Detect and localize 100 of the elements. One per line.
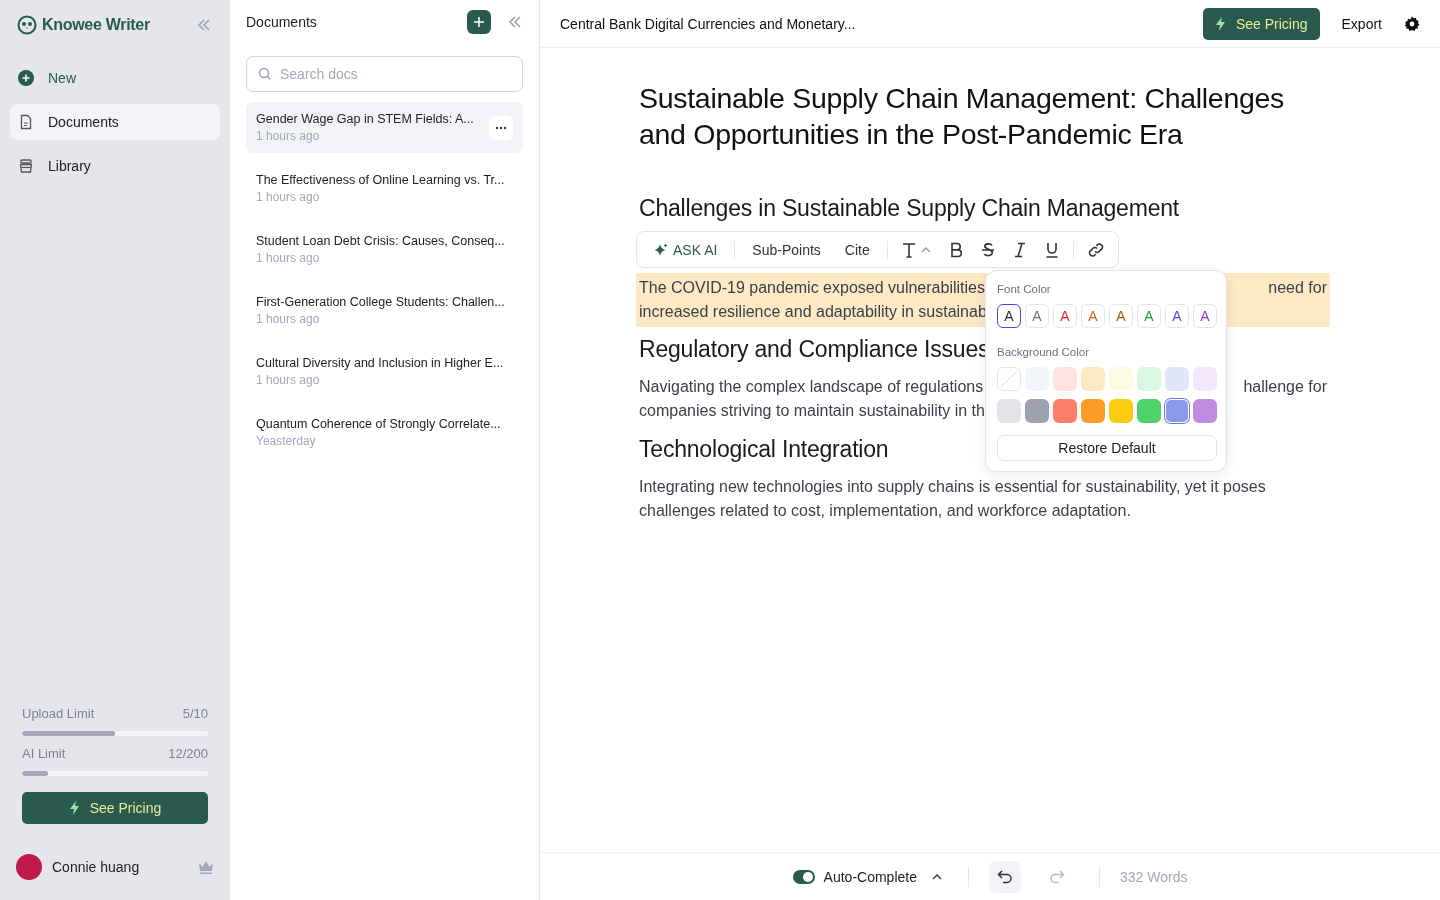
- document-time: 1 hours ago: [256, 129, 321, 143]
- background-color-swatch[interactable]: [1081, 367, 1105, 391]
- section-heading: Challenges in Sustainable Supply Chain Management: [639, 194, 1179, 223]
- paragraph-text: companies striving to maintain sustainability in th: [639, 401, 985, 421]
- document-title: The Effectiveness of Online Learning vs. Tr...: [256, 173, 506, 187]
- toolbar-button[interactable]: Cite: [833, 235, 881, 264]
- document-item[interactable]: Cultural Diversity and Inclusion in Higher E... 1 hours ago: [246, 346, 523, 397]
- panel-title: Documents: [246, 14, 317, 30]
- document-title: Student Loan Debt Crisis: Causes, Conseq...: [256, 234, 506, 248]
- paragraph-text: Navigating the complex landscape of regulations: [639, 377, 984, 397]
- document-time: 1 hours ago: [256, 190, 321, 204]
- bold-icon: [948, 241, 963, 258]
- document-heading: Sustainable Supply Chain Management: Challenges and Opportunities in the Post-Pandemic Era: [639, 81, 1285, 152]
- document-item[interactable]: First-Generation College Students: Challen... 1 hours ago: [246, 285, 523, 336]
- sidebar-item[interactable]: New: [10, 60, 220, 96]
- ask-ai-button[interactable]: ASK AI: [643, 235, 729, 264]
- export-button[interactable]: Export: [1341, 15, 1382, 32]
- menu-label: Background Color: [997, 346, 1091, 358]
- document-time: 1 hours ago: [256, 251, 321, 265]
- document-title: First-Generation College Students: Challen...: [256, 295, 506, 309]
- font-color-swatch[interactable]: A: [1025, 304, 1049, 328]
- auto-complete-toggle[interactable]: [792, 869, 815, 884]
- font-color-swatch[interactable]: A: [1109, 304, 1133, 328]
- font-color-swatch[interactable]: A: [1081, 304, 1105, 328]
- owl-logo-icon: [17, 15, 37, 35]
- font-color-swatch[interactable]: A: [1193, 304, 1217, 328]
- background-color-swatch[interactable]: [1165, 367, 1189, 391]
- see-pricing-button[interactable]: See Pricing: [22, 792, 208, 824]
- caret-up-icon: [920, 246, 931, 253]
- background-color-swatch[interactable]: [997, 399, 1021, 423]
- app-name: Knowee Writer: [42, 16, 150, 34]
- document-time: 1 hours ago: [256, 373, 321, 387]
- toolbar-button[interactable]: Sub-Points: [741, 235, 832, 264]
- paragraph-text: The COVID-19 pandemic exposed vulnerabilities: [639, 278, 985, 298]
- font-color-swatch[interactable]: A: [1053, 304, 1077, 328]
- collapse-icon[interactable]: [196, 17, 212, 33]
- document-time: Yeasterday: [256, 434, 317, 448]
- word-count: 332 Words: [1119, 868, 1188, 885]
- sidebar-item[interactable]: Library: [10, 148, 220, 184]
- section-heading: Technological Integration: [639, 435, 889, 464]
- crown-icon: [198, 860, 214, 874]
- document-title: Gender Wage Gap in STEM Fields: A...: [256, 112, 475, 126]
- paragraph-text: increased resilience and adaptability in sustainab: [639, 302, 987, 322]
- auto-complete-label: Auto-Complete: [823, 868, 917, 885]
- document-item[interactable]: Gender Wage Gap in STEM Fields: A... 1 hours ago: [246, 102, 523, 153]
- search-field[interactable]: Search docs: [246, 56, 523, 92]
- more-icon: [495, 125, 507, 130]
- text-icon: [901, 241, 916, 258]
- font-color-swatch[interactable]: A: [997, 304, 1021, 328]
- collapse-icon[interactable]: [507, 14, 523, 30]
- sidebar-item[interactable]: Documents: [10, 104, 220, 140]
- settings-icon[interactable]: [1404, 15, 1420, 32]
- see-pricing-button[interactable]: See Pricing: [1202, 7, 1320, 40]
- limit-label: Upload Limit: [22, 706, 95, 721]
- document-title: Quantum Coherence of Strongly Correlate...: [256, 417, 502, 431]
- document-title: Central Bank Digital Currencies and Monetary...: [560, 15, 856, 32]
- background-color-swatch[interactable]: [1025, 399, 1049, 423]
- paragraph-text: hallenge for: [1243, 377, 1327, 397]
- plus-icon: [473, 16, 485, 28]
- background-color-swatch[interactable]: [1137, 399, 1161, 423]
- caret-up-icon: [931, 873, 942, 880]
- background-color-swatch[interactable]: [1137, 367, 1161, 391]
- background-color-swatch[interactable]: [1193, 399, 1217, 423]
- limit-count: 12/200: [168, 746, 208, 761]
- paragraph-text: need for: [1268, 278, 1327, 298]
- background-color-swatch[interactable]: [1053, 399, 1077, 423]
- background-color-swatch[interactable]: [1109, 399, 1133, 423]
- user-name: Connie huang: [52, 859, 140, 875]
- add-document-button[interactable]: [467, 10, 491, 34]
- underline-icon: [1044, 241, 1059, 258]
- sparkle-icon: [654, 242, 668, 257]
- restore-default-button[interactable]: Restore Default: [997, 435, 1217, 461]
- document-item[interactable]: Student Loan Debt Crisis: Causes, Conseq... 1 hours ago: [246, 224, 523, 275]
- italic-icon: [1012, 241, 1027, 258]
- document-title: Cultural Diversity and Inclusion in Higher E...: [256, 356, 505, 370]
- font-color-swatch[interactable]: A: [1165, 304, 1189, 328]
- lightning-icon: [1214, 16, 1226, 31]
- limit-label: AI Limit: [22, 746, 66, 761]
- strikethrough-icon: [980, 241, 995, 258]
- background-color-swatch[interactable]: [1081, 399, 1105, 423]
- undo-icon: [996, 869, 1013, 884]
- link-icon: [1087, 241, 1104, 258]
- menu-label: Font Color: [997, 283, 1052, 295]
- archive-icon: [18, 158, 34, 174]
- background-color-swatch[interactable]: [1053, 367, 1077, 391]
- no-color-swatch[interactable]: [997, 367, 1021, 391]
- avatar: [16, 854, 42, 880]
- slash-icon: [1000, 370, 1018, 388]
- document-time: 1 hours ago: [256, 312, 321, 326]
- document-item[interactable]: Quantum Coherence of Strongly Correlate... Yeasterday: [246, 407, 523, 458]
- background-color-swatch[interactable]: [1165, 399, 1189, 423]
- redo-icon: [1048, 869, 1065, 884]
- paragraph-text: Integrating new technologies into supply chains is essential for sustainability, yet it poses: [639, 477, 1266, 497]
- undo-button[interactable]: [988, 860, 1021, 893]
- document-item[interactable]: The Effectiveness of Online Learning vs. Tr... 1 hours ago: [246, 163, 523, 214]
- background-color-swatch[interactable]: [1109, 367, 1133, 391]
- lightning-icon: [68, 801, 80, 815]
- expand-button[interactable]: [931, 873, 942, 880]
- limit-count: 5/10: [182, 706, 208, 721]
- document-icon: [18, 114, 34, 130]
